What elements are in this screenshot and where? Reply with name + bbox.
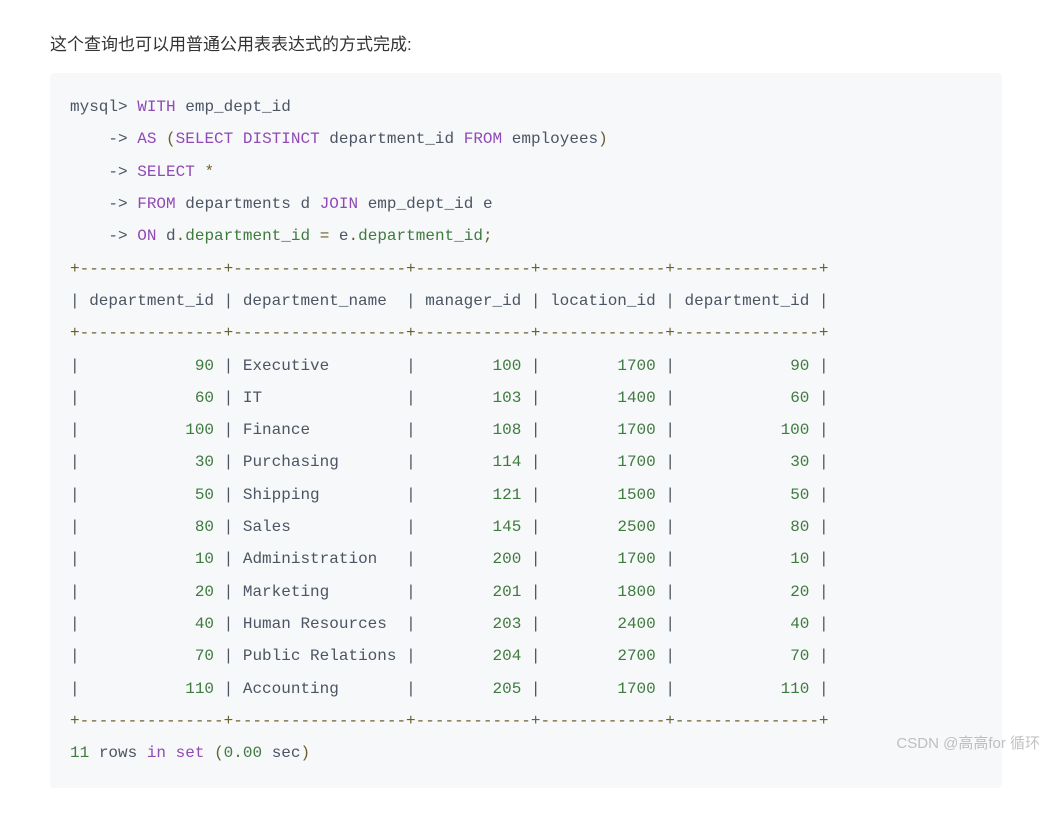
intro-text: 这个查询也可以用普通公用表表达式的方式完成: xyxy=(50,30,1002,55)
prompt: mysql> xyxy=(70,98,128,116)
table-row: | 90 | Executive | 100 | 1700 | 90 | xyxy=(70,357,829,375)
kw-with: WITH xyxy=(137,98,175,116)
col-department-id: department_id xyxy=(329,130,454,148)
tbl-emp-dept-id: emp_dept_id xyxy=(368,195,474,213)
alias-e: e xyxy=(483,195,493,213)
ident-d: d xyxy=(166,227,176,245)
paren-close: ) xyxy=(301,744,311,762)
table-row: | 70 | Public Relations | 204 | 2700 | 7… xyxy=(70,647,829,665)
rows-word: rows xyxy=(99,744,137,762)
tbl-departments: departments xyxy=(185,195,291,213)
col-department-id: department_id xyxy=(358,227,483,245)
table-header: | department_id | department_name | mana… xyxy=(70,292,829,310)
semicolon: ; xyxy=(483,227,493,245)
sec-word: sec xyxy=(272,744,301,762)
arrow: -> xyxy=(70,195,128,213)
paren-close: ) xyxy=(598,130,608,148)
ident-e: e xyxy=(339,227,349,245)
paren-open: ( xyxy=(166,130,176,148)
kw-from: FROM xyxy=(464,130,502,148)
paren-open: ( xyxy=(214,744,224,762)
table-row: | 80 | Sales | 145 | 2500 | 80 | xyxy=(70,518,829,536)
table-row: | 60 | IT | 103 | 1400 | 60 | xyxy=(70,389,829,407)
kw-select: SELECT xyxy=(176,130,234,148)
dot: . xyxy=(349,227,359,245)
kw-join: JOIN xyxy=(320,195,358,213)
table-row: | 100 | Finance | 108 | 1700 | 100 | xyxy=(70,421,829,439)
arrow: -> xyxy=(70,163,128,181)
kw-set: set xyxy=(176,744,205,762)
table-row: | 20 | Marketing | 201 | 1800 | 20 | xyxy=(70,583,829,601)
tbl-employees: employees xyxy=(512,130,598,148)
ident-emp-dept-id: emp_dept_id xyxy=(185,98,291,116)
kw-distinct: DISTINCT xyxy=(243,130,320,148)
code-block: mysql> WITH emp_dept_id -> AS (SELECT DI… xyxy=(50,73,1002,788)
table-row: | 50 | Shipping | 121 | 1500 | 50 | xyxy=(70,486,829,504)
dot: . xyxy=(176,227,186,245)
arrow: -> xyxy=(70,130,128,148)
table-row: | 30 | Purchasing | 114 | 1700 | 30 | xyxy=(70,453,829,471)
kw-in: in xyxy=(147,744,166,762)
col-department-id: department_id xyxy=(185,227,310,245)
star: * xyxy=(204,163,214,181)
alias-d: d xyxy=(300,195,310,213)
kw-as: AS xyxy=(137,130,156,148)
kw-from: FROM xyxy=(137,195,175,213)
arrow: -> xyxy=(70,227,128,245)
kw-on: ON xyxy=(137,227,156,245)
table-row: | 40 | Human Resources | 203 | 2400 | 40… xyxy=(70,615,829,633)
table-border: +---------------+------------------+----… xyxy=(70,712,829,730)
kw-select: SELECT xyxy=(137,163,195,181)
table-row: | 10 | Administration | 200 | 1700 | 10 … xyxy=(70,550,829,568)
table-border: +---------------+------------------+----… xyxy=(70,260,829,278)
equals: = xyxy=(320,227,330,245)
time-value: 0.00 xyxy=(224,744,262,762)
row-count: 11 xyxy=(70,744,89,762)
table-border: +---------------+------------------+----… xyxy=(70,324,829,342)
table-row: | 110 | Accounting | 205 | 1700 | 110 | xyxy=(70,680,829,698)
